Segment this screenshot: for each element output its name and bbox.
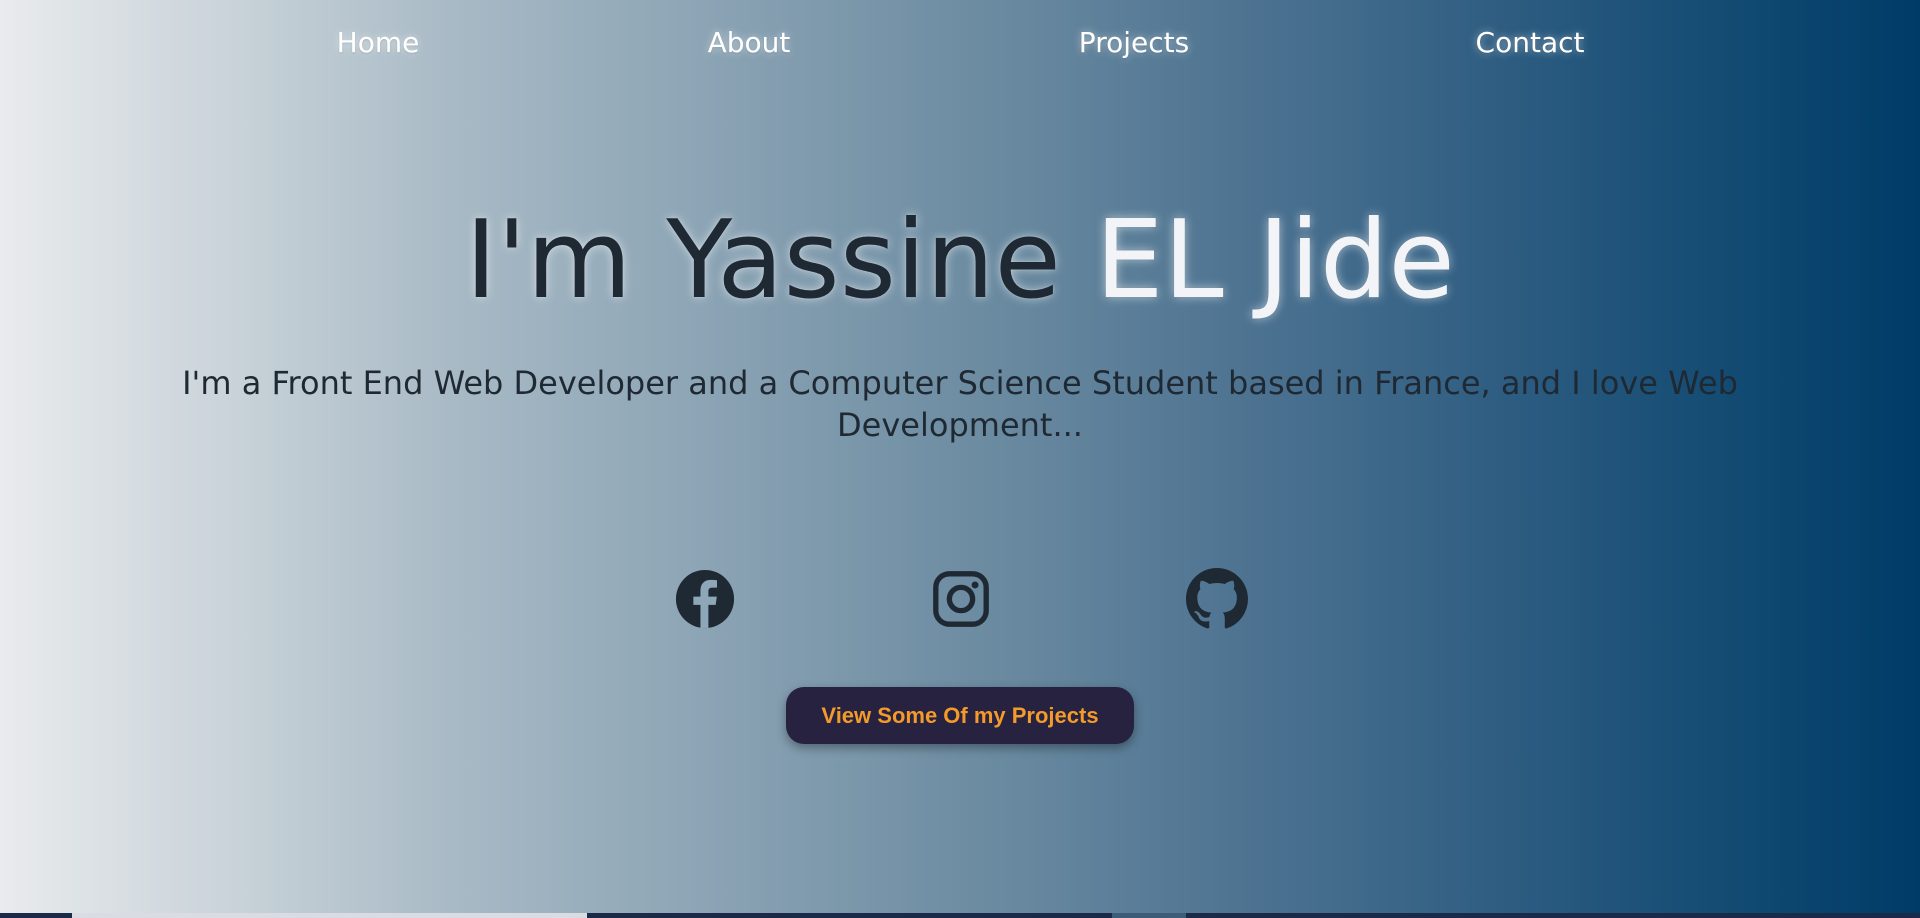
hero-title: I'm Yassine EL Jide <box>0 196 1920 326</box>
nav-link-projects[interactable]: Projects <box>1079 26 1189 59</box>
bottom-strip <box>0 913 1920 918</box>
bottom-strip-segment-light <box>72 913 587 918</box>
nav-link-contact[interactable]: Contact <box>1476 26 1585 59</box>
nav-link-about[interactable]: About <box>708 26 791 59</box>
hero-subtitle: I'm a Front End Web Developer and a Comp… <box>182 364 1738 444</box>
instagram-icon <box>933 571 989 627</box>
facebook-link[interactable] <box>674 568 736 630</box>
github-icon <box>1186 568 1248 629</box>
bottom-strip-segment-mid <box>1112 913 1186 918</box>
main-nav: Home About Projects Contact <box>0 0 1920 86</box>
instagram-link[interactable] <box>930 568 992 630</box>
hero-title-surname: EL Jide <box>1095 198 1455 323</box>
view-projects-button[interactable]: View Some Of my Projects <box>786 687 1134 744</box>
nav-link-home[interactable]: Home <box>337 26 420 59</box>
github-link[interactable] <box>1186 568 1248 630</box>
facebook-icon <box>675 569 735 629</box>
hero-title-name: I'm Yassine <box>465 198 1096 323</box>
